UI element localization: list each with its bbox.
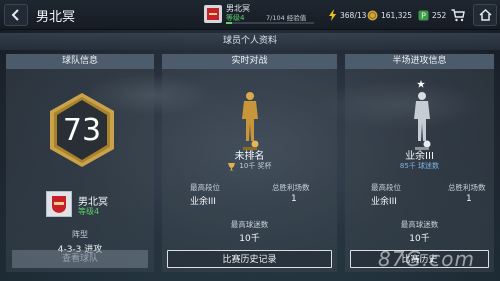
live-max-fans-label: 最高球迷数 xyxy=(230,220,269,229)
live-best-rank-value: 业余III xyxy=(190,197,216,207)
live-rank: 未排名 xyxy=(234,151,265,162)
team-info-body: 73 男北冥 等级4 阵型 4-3-3 进攻 xyxy=(6,69,154,272)
xp-text: 7/104 经验值 xyxy=(266,14,307,22)
arsenal-crest-icon xyxy=(204,5,222,23)
section-header: 球员个人资料 xyxy=(0,33,500,50)
live-best-rank-label: 最高段位 xyxy=(190,183,220,192)
live-max-fans-value: 10千 xyxy=(239,234,260,244)
silver-player-statue-icon xyxy=(414,92,431,150)
coins-stat: 161,325 xyxy=(367,8,412,22)
team-rating-value: 73 xyxy=(62,113,102,148)
match-history-button[interactable]: 比赛历史记录 xyxy=(167,250,332,268)
xp-progress-bar xyxy=(226,22,314,24)
live-match-panel: 实时对战 未排名 10千 奖杯 最高段位 业余III 总胜利场数 1 最高球迷数… xyxy=(162,54,337,272)
chevron-left-icon xyxy=(11,9,19,21)
back-button[interactable] xyxy=(4,4,28,26)
home-button[interactable] xyxy=(473,4,497,26)
gold-player-statue-icon xyxy=(242,92,259,150)
points-value: 252 xyxy=(432,10,447,20)
shopping-cart-icon xyxy=(451,8,465,21)
xp-progress-fill xyxy=(226,22,232,24)
half-fans: 85千 球迷数 xyxy=(399,162,440,170)
live-trophies: 10千 奖杯 xyxy=(162,161,337,171)
page-title: 男北冥 xyxy=(36,10,76,25)
club-summary[interactable]: 男北冥 等级4 7/104 经验值 xyxy=(204,3,314,27)
store-button[interactable] xyxy=(449,6,467,24)
live-match-title: 实时对战 xyxy=(162,54,337,69)
team-club-row: 男北冥 等级4 xyxy=(46,191,146,219)
live-total-wins-value: 1 xyxy=(291,194,297,204)
coin-icon xyxy=(367,10,378,21)
svg-text:P: P xyxy=(421,11,426,20)
energy-stat: 368/13 xyxy=(328,8,366,22)
home-icon xyxy=(478,9,492,21)
points-stat: P 252 xyxy=(418,8,446,22)
team-club-level: 等级4 xyxy=(78,207,100,216)
trophy-icon xyxy=(228,162,236,170)
formation-label: 阵型 xyxy=(72,230,88,239)
team-info-title: 球队信息 xyxy=(6,54,154,69)
half-total-wins-value: 1 xyxy=(466,194,472,204)
live-match-body: 未排名 10千 奖杯 最高段位 业余III 总胜利场数 1 最高球迷数 10千 xyxy=(162,69,337,272)
half-max-fans-value: 10千 xyxy=(409,234,430,244)
view-team-button[interactable]: 查看球队 xyxy=(12,250,148,268)
live-trophies-value: 10千 奖杯 xyxy=(239,162,272,170)
energy-value: 368/13 xyxy=(340,10,367,20)
half-total-wins-label: 总胜利场数 xyxy=(448,183,486,192)
arsenal-crest-icon xyxy=(46,191,72,217)
half-attack-panel: 半场进攻信息 业余III 85千 球迷数 最高段位 业余III 总胜利场数 1 … xyxy=(345,54,494,272)
half-attack-title: 半场进攻信息 xyxy=(345,54,494,69)
half-best-rank-value: 业余III xyxy=(371,197,397,207)
lightning-icon xyxy=(328,9,337,21)
live-total-wins-label: 总胜利场数 xyxy=(272,183,310,192)
star-icon xyxy=(417,80,425,88)
top-bar: 男北冥 男北冥 等级4 7/104 经验值 368/13 161,325 P 2… xyxy=(0,0,500,30)
half-attack-body: 业余III 85千 球迷数 最高段位 业余III 总胜利场数 1 最高球迷数 1… xyxy=(345,69,494,272)
site-watermark: 87G.com xyxy=(378,247,476,271)
points-gem-icon: P xyxy=(418,10,429,21)
half-best-rank-label: 最高段位 xyxy=(371,183,401,192)
coins-value: 161,325 xyxy=(381,10,413,20)
half-max-fans-label: 最高球迷数 xyxy=(400,220,439,229)
half-rank: 业余III xyxy=(405,151,434,162)
team-rating-badge: 73 xyxy=(48,91,116,169)
team-info-panel: 球队信息 73 男北冥 等级4 阵型 4-3-3 进攻 查看球队 xyxy=(6,54,154,272)
